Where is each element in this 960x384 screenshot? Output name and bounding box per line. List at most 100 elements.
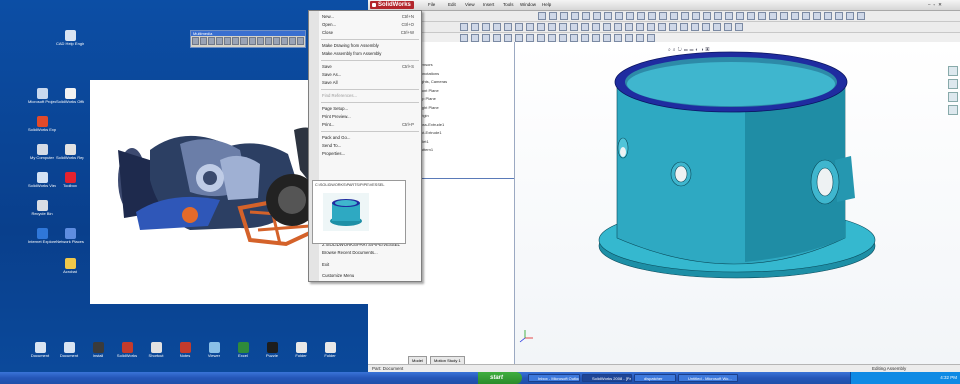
toolbar-button[interactable] [548, 34, 556, 42]
toolbar-button[interactable] [515, 34, 523, 42]
desktop-icon[interactable]: Puzzle [258, 342, 286, 359]
desktop-icon[interactable]: Acrobat [56, 258, 84, 275]
taskbar-button[interactable]: Untitled - Microsoft Wo... [678, 374, 738, 382]
menu-file[interactable]: File [428, 1, 435, 9]
menu-item[interactable]: Save All [322, 79, 418, 86]
toolbar-button[interactable] [570, 34, 578, 42]
toolbar-button[interactable] [625, 34, 633, 42]
desktop-icon[interactable]: Folder [287, 342, 315, 359]
toolbar-button[interactable] [192, 37, 200, 45]
toolbar-button[interactable] [680, 23, 688, 31]
toolbar-button[interactable] [769, 12, 777, 20]
toolbar-button[interactable] [647, 23, 655, 31]
menu-item[interactable]: Make Assembly from Assembly [322, 50, 418, 57]
menu-item[interactable]: Save As... [322, 71, 418, 78]
toolbar-button[interactable] [264, 37, 272, 45]
heads-up-view-toolbar[interactable]: ⌕⌕↻▭▭◐◑▣ [668, 47, 711, 53]
toolbar-button[interactable] [824, 12, 832, 20]
task-pane-palette-icon[interactable] [948, 105, 958, 115]
toolbar-button[interactable] [857, 12, 865, 20]
toolbar-button[interactable] [659, 12, 667, 20]
toolbar-button[interactable] [670, 12, 678, 20]
toolbar-button[interactable] [582, 12, 590, 20]
recent-document-thumbnail[interactable] [323, 193, 369, 231]
toolbar-button[interactable] [471, 23, 479, 31]
floating-toolbar[interactable]: Multimedia [190, 30, 306, 48]
taskbar-button[interactable]: dispatcher [634, 374, 676, 382]
toolbar-button[interactable] [626, 12, 634, 20]
toolbar-button[interactable] [526, 34, 534, 42]
menu-item[interactable]: Send To... [322, 142, 418, 149]
toolbar-button[interactable] [482, 34, 490, 42]
toolbar-button[interactable] [581, 34, 589, 42]
window-controls[interactable]: –▫✕ [928, 1, 945, 9]
desktop-icon[interactable]: Microsoft Project [28, 88, 56, 105]
toolbar-button[interactable] [658, 23, 666, 31]
toolbar-button[interactable] [515, 23, 523, 31]
toolbar-button[interactable] [581, 23, 589, 31]
menu-insert[interactable]: Insert [483, 1, 494, 9]
desktop-icon[interactable]: Folder [316, 342, 344, 359]
menu-item[interactable]: Save Ctrl+S [322, 63, 418, 70]
toolbar-button[interactable] [224, 37, 232, 45]
toolbar-button[interactable] [625, 23, 633, 31]
toolbar-button[interactable] [614, 34, 622, 42]
taskbar-button[interactable]: Inbox - Microsoft Outlook [528, 374, 580, 382]
desktop-icon[interactable]: Network Places [56, 228, 84, 245]
desktop-icon[interactable]: SolidWorks Reports [56, 144, 84, 161]
toolbar-button[interactable] [559, 23, 567, 31]
toolbar-button[interactable] [692, 12, 700, 20]
menu-item[interactable]: Open... Ctrl+O [322, 21, 418, 28]
toolbar-button[interactable] [248, 37, 256, 45]
toolbar-button[interactable] [504, 23, 512, 31]
toolbar-button[interactable] [559, 34, 567, 42]
desktop-icon[interactable]: SolidWorks Office [56, 88, 84, 105]
solidworks-window[interactable]: SolidWorks File Edit View Insert Tools W… [368, 0, 960, 373]
desktop-icon[interactable]: Document [55, 342, 83, 359]
desktop-icon[interactable]: SolidWorks Viewer [28, 172, 56, 189]
toolbar-button[interactable] [802, 12, 810, 20]
desktop-icon[interactable]: Notes [171, 342, 199, 359]
exit-item[interactable]: Exit [322, 261, 418, 268]
toolbar-button[interactable] [615, 12, 623, 20]
toolbar-button[interactable] [504, 34, 512, 42]
toolbar-button[interactable] [780, 12, 788, 20]
menu-item[interactable]: Make Drawing from Assembly [322, 42, 418, 49]
toolbar-button[interactable] [691, 23, 699, 31]
toolbar-button[interactable] [297, 37, 305, 45]
toolbar-button[interactable] [570, 23, 578, 31]
toolbar-button[interactable] [208, 37, 216, 45]
toolbar-button[interactable] [526, 23, 534, 31]
task-pane-home-icon[interactable] [948, 66, 958, 76]
menu-item[interactable]: New... Ctrl+N [322, 13, 418, 20]
toolbar-button[interactable] [571, 12, 579, 20]
desktop-icon[interactable]: Excel [229, 342, 257, 359]
toolbar-button[interactable] [703, 12, 711, 20]
toolbar-button[interactable] [493, 34, 501, 42]
desktop-icon[interactable]: My Computer [28, 144, 56, 161]
toolbar-button[interactable] [537, 34, 545, 42]
toolbar-button[interactable] [538, 12, 546, 20]
desktop-icon[interactable]: SolidWorks [113, 342, 141, 359]
toolbar-button[interactable] [560, 12, 568, 20]
toolbar-button[interactable] [648, 12, 656, 20]
toolbar-button[interactable] [216, 37, 224, 45]
toolbar-button[interactable] [200, 37, 208, 45]
toolbar-button[interactable] [471, 34, 479, 42]
menu-edit[interactable]: Edit [448, 1, 456, 9]
tree-item[interactable]: Lights, Cameras [418, 79, 447, 84]
toolbar-button[interactable] [714, 12, 722, 20]
desktop-icon[interactable]: Internet Explorer [28, 228, 56, 245]
toolbar-button[interactable] [846, 12, 854, 20]
toolbar-button[interactable] [288, 37, 297, 45]
menu-item[interactable]: Pack and Go... [322, 134, 418, 141]
desktop-icon[interactable]: Recycle Bin [28, 200, 56, 217]
toolbar-button[interactable] [280, 37, 288, 45]
toolbar-button[interactable] [724, 23, 732, 31]
menu-item[interactable]: Find References... [322, 92, 418, 99]
toolbar-button[interactable] [537, 23, 545, 31]
desktop-icon[interactable]: Toolbox [56, 172, 84, 189]
menu-view[interactable]: View [465, 1, 475, 9]
toolbar-button[interactable] [493, 23, 501, 31]
task-pane-explorer-icon[interactable] [948, 92, 958, 102]
